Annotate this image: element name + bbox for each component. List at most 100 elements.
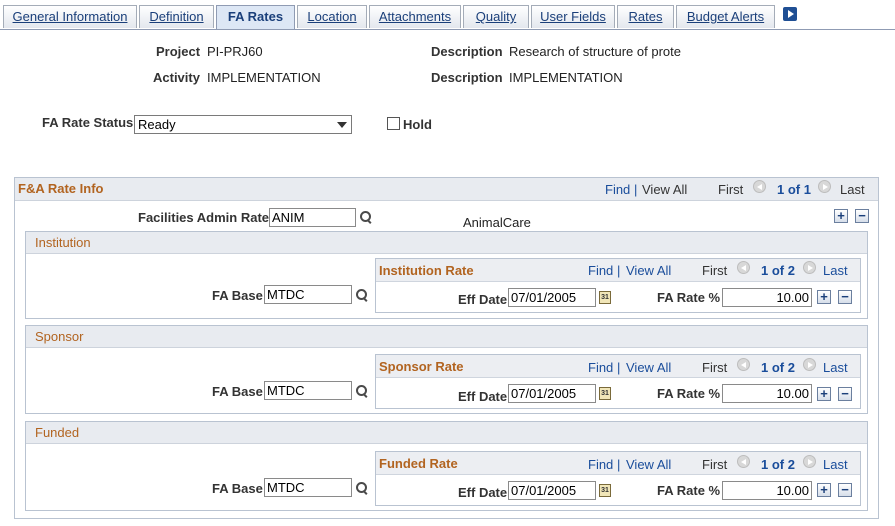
separator: | (634, 182, 638, 197)
remove-row-button[interactable]: − (838, 290, 852, 304)
project-value: PI-PRJ60 (207, 44, 263, 59)
facilities-admin-rate-label: Facilities Admin Rate (138, 210, 269, 225)
remove-row-button[interactable]: − (838, 387, 852, 401)
previous-icon (737, 261, 750, 274)
add-row-button[interactable]: + (817, 290, 831, 304)
sponsor-fa-base-label: FA Base (212, 384, 263, 399)
activity-description-label: Description (431, 70, 503, 85)
separator: | (617, 360, 621, 375)
tab-label: Budget Alerts (686, 9, 765, 24)
add-row-button[interactable]: + (834, 209, 848, 223)
fa-rate-info-title: F&A Rate Info (18, 181, 104, 196)
institution-fa-rate-label: FA Rate % (657, 290, 721, 305)
separator: | (617, 263, 621, 278)
institution-rate-find-link[interactable]: Find (588, 263, 613, 278)
tab-location[interactable]: Location (297, 5, 367, 28)
next-tabs-arrow-icon[interactable] (783, 7, 797, 21)
search-icon[interactable] (359, 210, 373, 224)
activity-description-value: IMPLEMENTATION (509, 70, 623, 85)
tab-label: User Fields (540, 9, 606, 24)
sponsor-rate-last-link[interactable]: Last (823, 360, 848, 375)
funded-header (26, 422, 867, 444)
funded-rate-find-link[interactable]: Find (588, 457, 613, 472)
fa-rate-info-count: 1 of 1 (777, 182, 811, 197)
funded-fa-base-input[interactable] (264, 478, 352, 497)
institution-eff-date-label: Eff Date (458, 292, 508, 307)
funded-fa-base-label: FA Base (212, 481, 263, 496)
tab-general-information[interactable]: General Information (3, 5, 137, 28)
calendar-icon[interactable]: 31 (599, 291, 611, 304)
funded-fa-rate-input[interactable] (722, 481, 812, 500)
facilities-admin-rate-description: AnimalCare (463, 215, 531, 230)
fa-rate-info-find-link[interactable]: Find (605, 182, 630, 197)
next-icon[interactable] (803, 455, 816, 468)
funded-rate-count: 1 of 2 (761, 457, 795, 472)
separator: | (617, 457, 621, 472)
fa-rate-status-value: Ready (138, 117, 176, 132)
tab-label: Location (307, 9, 357, 24)
sponsor-header (26, 326, 867, 348)
calendar-icon[interactable]: 31 (599, 484, 611, 497)
tab-label: Rates (628, 9, 663, 24)
search-icon[interactable] (355, 288, 369, 302)
funded-rate-title: Funded Rate (379, 456, 458, 471)
tab-definition[interactable]: Definition (139, 5, 214, 28)
institution-rate-view-all-link[interactable]: View All (626, 263, 671, 278)
tab-user-fields[interactable]: User Fields (531, 5, 615, 28)
remove-row-button[interactable]: − (838, 483, 852, 497)
next-icon[interactable] (803, 261, 816, 274)
fa-rate-status-label: FA Rate Status (42, 115, 134, 130)
sponsor-eff-date-label: Eff Date (458, 389, 508, 404)
funded-rate-last-link[interactable]: Last (823, 457, 848, 472)
institution-fa-rate-input[interactable] (722, 288, 812, 307)
activity-value: IMPLEMENTATION (207, 70, 321, 85)
sponsor-fa-rate-input[interactable] (722, 384, 812, 403)
institution-rate-count: 1 of 2 (761, 263, 795, 278)
institution-rate-last-link[interactable]: Last (823, 263, 848, 278)
fa-rate-info-view-all[interactable]: View All (642, 182, 687, 197)
add-row-button[interactable]: + (817, 483, 831, 497)
sponsor-fa-base-input[interactable] (264, 381, 352, 400)
tab-attachments[interactable]: Attachments (369, 5, 461, 28)
hold-checkbox[interactable] (387, 117, 400, 130)
tab-fa-rates[interactable]: FA Rates (216, 5, 295, 30)
sponsor-rate-find-link[interactable]: Find (588, 360, 613, 375)
funded-eff-date-input[interactable] (508, 481, 596, 500)
sponsor-fa-rate-label: FA Rate % (657, 386, 721, 401)
fa-rate-info-header (15, 178, 878, 201)
institution-header (26, 232, 867, 254)
previous-icon (737, 358, 750, 371)
project-label: Project (156, 44, 201, 59)
calendar-icon[interactable]: 31 (599, 387, 611, 400)
remove-row-button[interactable]: − (855, 209, 869, 223)
add-row-button[interactable]: + (817, 387, 831, 401)
institution-eff-date-input[interactable] (508, 288, 596, 307)
next-icon[interactable] (803, 358, 816, 371)
sponsor-rate-view-all-link[interactable]: View All (626, 360, 671, 375)
institution-title: Institution (35, 235, 91, 250)
institution-rate-first: First (702, 263, 728, 278)
search-icon[interactable] (355, 481, 369, 495)
tab-quality[interactable]: Quality (463, 5, 529, 28)
sponsor-rate-count: 1 of 2 (761, 360, 795, 375)
tab-label: Quality (475, 9, 517, 24)
facilities-admin-rate-input[interactable] (269, 208, 356, 227)
activity-label: Activity (153, 70, 200, 85)
funded-fa-rate-label: FA Rate % (657, 483, 721, 498)
tab-budget-alerts[interactable]: Budget Alerts (676, 5, 775, 28)
tab-label: Definition (149, 9, 204, 24)
fa-rate-info-first: First (718, 182, 744, 197)
fa-rate-status-select[interactable]: Ready (134, 115, 352, 134)
funded-rate-view-all-link[interactable]: View All (626, 457, 671, 472)
next-icon (818, 180, 831, 193)
tab-label: Attachments (378, 9, 452, 24)
institution-fa-base-input[interactable] (264, 285, 352, 304)
funded-eff-date-label: Eff Date (458, 485, 508, 500)
funded-rate-first: First (702, 457, 728, 472)
sponsor-eff-date-input[interactable] (508, 384, 596, 403)
tab-rates[interactable]: Rates (617, 5, 674, 28)
tab-label: General Information (12, 9, 128, 24)
fa-rate-info-last: Last (840, 182, 865, 197)
hold-label: Hold (403, 117, 432, 132)
search-icon[interactable] (355, 384, 369, 398)
